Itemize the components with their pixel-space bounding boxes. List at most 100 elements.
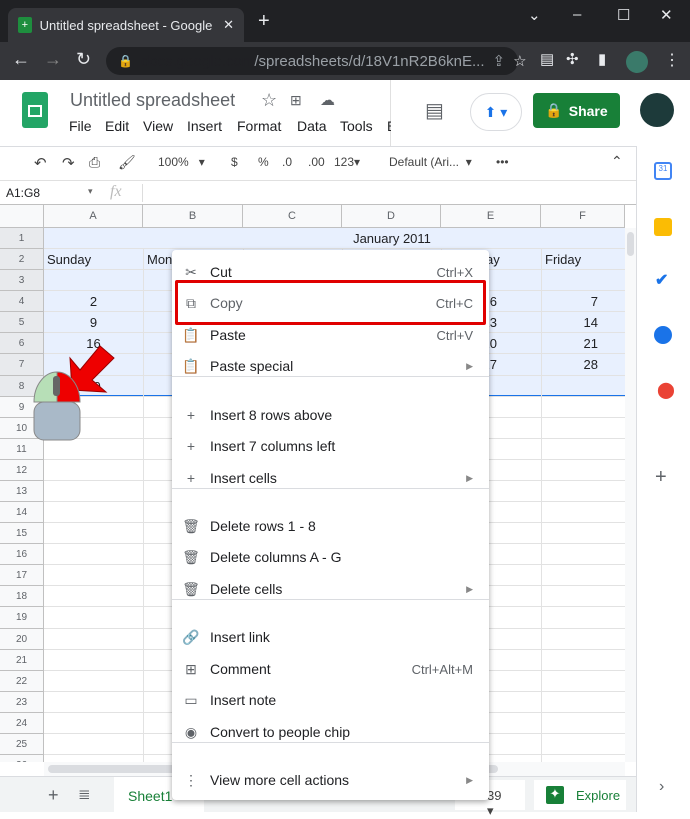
menu-item-delete-rows-1-8[interactable]: 🗑 Delete rows 1 - 8 bbox=[172, 511, 489, 541]
keep-icon[interactable] bbox=[654, 218, 672, 236]
row-header-1[interactable]: 1 bbox=[0, 228, 44, 250]
menu-item-insert-note[interactable]: ▭ Insert note bbox=[172, 685, 489, 715]
doc-title[interactable]: Untitled spreadsheet bbox=[70, 90, 235, 111]
column-header-A[interactable]: A bbox=[44, 205, 143, 228]
forward-icon[interactable]: → bbox=[44, 49, 62, 70]
day-header-cell[interactable]: Sunday bbox=[47, 252, 91, 267]
extension-icon[interactable]: ▤ bbox=[540, 50, 554, 68]
name-box[interactable]: A1:G8 bbox=[6, 186, 40, 200]
menu-insert[interactable]: Insert bbox=[187, 118, 222, 134]
tab-search-icon[interactable]: ⌄ bbox=[528, 6, 541, 24]
redo-icon[interactable]: ↷ bbox=[62, 154, 75, 172]
share-page-icon[interactable]: ⇪ bbox=[493, 52, 506, 70]
column-header-E[interactable]: E bbox=[441, 205, 541, 228]
cell-F4[interactable]: 7 bbox=[541, 294, 598, 309]
account-avatar[interactable] bbox=[640, 93, 674, 127]
share-button[interactable]: 🔒 Share bbox=[533, 93, 620, 128]
row-header-3[interactable]: 3 bbox=[0, 270, 44, 292]
day-header-cell[interactable]: Friday bbox=[545, 252, 581, 267]
row-header-17[interactable]: 17 bbox=[0, 565, 44, 587]
tasks-icon[interactable]: ✔ bbox=[655, 270, 668, 290]
paint-format-icon[interactable]: 🖌 bbox=[118, 154, 136, 171]
row-header-4[interactable]: 4 bbox=[0, 291, 44, 313]
new-tab-icon[interactable]: + bbox=[258, 10, 270, 33]
currency-button[interactable]: $ bbox=[231, 155, 238, 169]
menu-format[interactable]: Format bbox=[237, 118, 281, 134]
column-header-B[interactable]: B bbox=[143, 205, 243, 228]
minimize-icon[interactable]: – bbox=[573, 6, 581, 23]
collapse-toolbar-icon[interactable]: ⌃ bbox=[611, 153, 623, 170]
chrome-menu-icon[interactable]: ⋮ bbox=[664, 50, 680, 70]
menu-item-view-more-cell-actions[interactable]: ⋮ View more cell actions ▶ bbox=[172, 765, 489, 795]
cell-F5[interactable]: 14 bbox=[541, 315, 598, 330]
menu-view[interactable]: View bbox=[143, 118, 173, 134]
calendar-icon[interactable]: 31 bbox=[654, 162, 672, 180]
cell-F7[interactable]: 28 bbox=[541, 357, 598, 372]
row-header-24[interactable]: 24 bbox=[0, 712, 44, 734]
bookmark-star-icon[interactable]: ☆ bbox=[513, 52, 526, 70]
day-header-cell[interactable]: Mon bbox=[147, 252, 172, 267]
month-title-cell[interactable]: January 2011 bbox=[342, 231, 442, 246]
puzzle-icon[interactable]: ✣ bbox=[566, 50, 579, 68]
row-header-26[interactable]: 26 bbox=[0, 755, 44, 762]
cell-A5[interactable]: 9 bbox=[44, 315, 143, 330]
row-header-20[interactable]: 20 bbox=[0, 628, 44, 650]
expand-panel-icon[interactable]: › bbox=[659, 778, 664, 796]
row-header-15[interactable]: 15 bbox=[0, 523, 44, 545]
profile-avatar[interactable] bbox=[626, 51, 648, 73]
row-header-16[interactable]: 16 bbox=[0, 544, 44, 566]
column-header-D[interactable]: D bbox=[342, 205, 441, 228]
sheets-logo[interactable] bbox=[22, 92, 48, 128]
close-tab-icon[interactable]: ✕ bbox=[223, 17, 234, 33]
browser-tab[interactable]: + Untitled spreadsheet - Google Sh ✕ bbox=[8, 8, 244, 42]
font-select[interactable]: Default (Ari... ▾ bbox=[389, 155, 472, 169]
row-header-2[interactable]: 2 bbox=[0, 249, 44, 271]
cell-F6[interactable]: 21 bbox=[541, 336, 598, 351]
increase-decimal-button[interactable]: .00 bbox=[308, 155, 325, 169]
row-header-12[interactable]: 12 bbox=[0, 459, 44, 481]
add-addon-icon[interactable]: + bbox=[655, 466, 667, 489]
menu-file[interactable]: File bbox=[69, 118, 92, 134]
close-window-icon[interactable]: ✕ bbox=[660, 6, 673, 24]
column-header-C[interactable]: C bbox=[243, 205, 342, 228]
decrease-decimal-button[interactable]: .0 bbox=[282, 155, 292, 169]
row-header-22[interactable]: 22 bbox=[0, 670, 44, 692]
menu-data[interactable]: Data bbox=[297, 118, 327, 134]
row-header-21[interactable]: 21 bbox=[0, 649, 44, 671]
add-sheet-icon[interactable]: + bbox=[48, 785, 59, 806]
present-button[interactable]: ⬆ ▾ bbox=[470, 93, 522, 131]
star-icon[interactable]: ☆ bbox=[261, 90, 277, 111]
menu-edit[interactable]: Edit bbox=[105, 118, 129, 134]
comment-history-icon[interactable]: ▤ bbox=[425, 98, 444, 123]
all-sheets-icon[interactable]: ≣ bbox=[78, 785, 91, 803]
row-header-14[interactable]: 14 bbox=[0, 502, 44, 524]
contacts-icon[interactable] bbox=[654, 326, 672, 344]
vertical-scrollbar[interactable] bbox=[625, 228, 636, 762]
menu-item-insert-8-rows-above[interactable]: + Insert 8 rows above bbox=[172, 400, 489, 430]
print-icon[interactable]: ⎙ bbox=[89, 154, 100, 171]
more-formats-button[interactable]: 123▾ bbox=[334, 155, 360, 169]
row-header-18[interactable]: 18 bbox=[0, 586, 44, 608]
menu-tools[interactable]: Tools bbox=[340, 118, 373, 134]
menu-item-insert-7-columns-left[interactable]: + Insert 7 columns left bbox=[172, 431, 489, 461]
more-toolbar-button[interactable]: ••• bbox=[496, 155, 509, 169]
back-icon[interactable]: ← bbox=[12, 49, 30, 70]
maps-icon[interactable]: ⬤ bbox=[657, 380, 675, 400]
cell-A4[interactable]: 2 bbox=[44, 294, 143, 309]
zoom-select[interactable]: 100% ▾ bbox=[158, 155, 205, 169]
column-header-F[interactable]: F bbox=[541, 205, 625, 228]
row-header-23[interactable]: 23 bbox=[0, 691, 44, 713]
menu-item-comment[interactable]: ⊞ Comment Ctrl+Alt+M bbox=[172, 654, 489, 684]
reload-icon[interactable]: ↻ bbox=[76, 49, 91, 70]
row-header-19[interactable]: 19 bbox=[0, 607, 44, 629]
menu-item-insert-link[interactable]: 🔗 Insert link bbox=[172, 622, 489, 652]
maximize-icon[interactable]: ☐ bbox=[617, 6, 630, 24]
select-all-corner[interactable] bbox=[0, 205, 44, 228]
row-header-13[interactable]: 13 bbox=[0, 480, 44, 503]
move-folder-icon[interactable]: ⊞ bbox=[290, 92, 302, 109]
menu-extensions[interactable]: E bbox=[387, 118, 391, 134]
omnibox[interactable]: 🔒 docs.google.com/spreadsheets/d/18V1nR2… bbox=[106, 47, 527, 75]
percent-button[interactable]: % bbox=[258, 155, 269, 169]
undo-icon[interactable]: ↶ bbox=[34, 154, 47, 172]
side-panel-icon[interactable]: ▮ bbox=[598, 50, 606, 68]
